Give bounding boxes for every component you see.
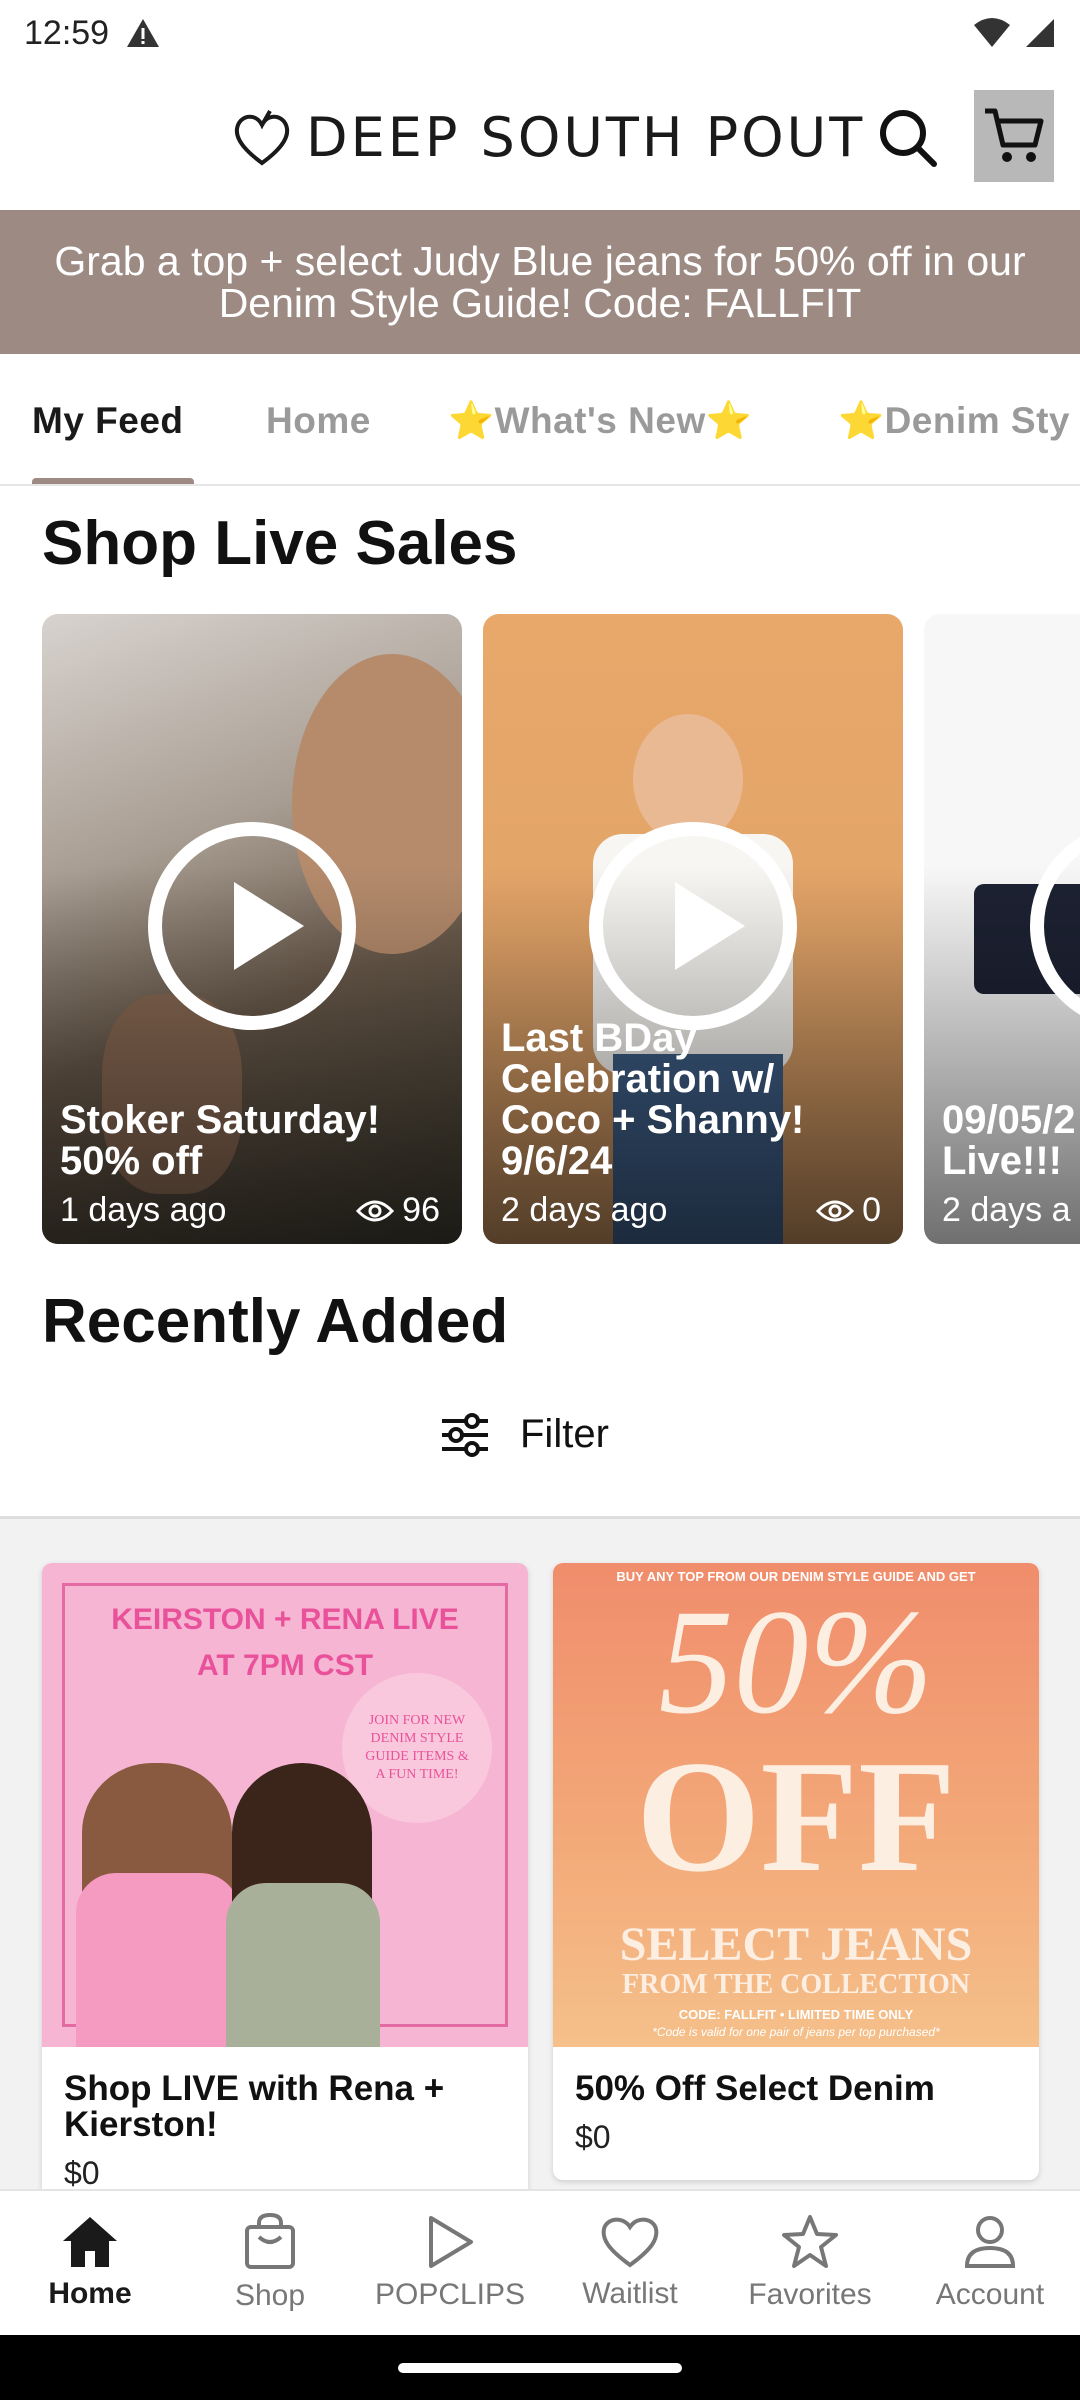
product-image: BUY ANY TOP FROM OUR DENIM STYLE GUIDE A… <box>553 1563 1039 2047</box>
product-card[interactable]: BUY ANY TOP FROM OUR DENIM STYLE GUIDE A… <box>553 1563 1039 2180</box>
product-image-heading: KEIRSTON + RENA LIVE <box>111 1603 459 1636</box>
live-card-title: 09/05/2 Birthda Live!!! <box>942 1098 1080 1183</box>
live-card-title: Stoker Saturday! 50% off <box>60 1098 381 1183</box>
product-image: KEIRSTON + RENA LIVE AT 7PM CST JOIN FOR… <box>42 1563 528 2047</box>
eye-icon <box>816 1200 855 1221</box>
live-sales-title: Shop Live Sales <box>42 509 518 578</box>
live-card[interactable]: 09/05/2 Birthda Live!!! 2 days a <box>924 614 1080 1244</box>
status-bar: 12:59 <box>0 0 1080 66</box>
product-name: 50% Off Select Denim <box>575 2069 935 2108</box>
bottom-navigation: Home Shop POPCLIPS Waitlist Favorites Ac… <box>0 2189 1080 2335</box>
nav-waitlist-label: Waitlist <box>582 2277 678 2310</box>
system-gesture-bar <box>0 2335 1080 2400</box>
cart-button[interactable] <box>974 90 1054 182</box>
nav-popclips[interactable]: POPCLIPS <box>360 2191 540 2335</box>
search-icon <box>880 110 937 167</box>
tab-denim-style-guide[interactable]: ⭐Denim Sty <box>838 400 1070 443</box>
status-time: 12:59 <box>24 13 110 52</box>
nav-account[interactable]: Account <box>900 2191 1080 2335</box>
play-icon[interactable] <box>589 822 797 1030</box>
tab-home[interactable]: Home <box>266 400 371 442</box>
product-image-percent: 50% <box>658 1579 934 1745</box>
nav-popclips-label: POPCLIPS <box>374 2278 526 2311</box>
filter-label: Filter <box>520 1412 609 1456</box>
product-image-code: CODE: FALLFIT • LIMITED TIME ONLY <box>678 2007 914 2022</box>
filter-sliders-icon <box>442 1412 488 1457</box>
home-icon <box>63 2217 117 2267</box>
app-header: DEEP SOUTH POUT <box>0 66 1080 210</box>
star-icon <box>782 2215 838 2268</box>
product-name: Shop LIVE with Rena + Kierston! <box>64 2069 445 2144</box>
brand-logo[interactable]: DEEP SOUTH POUT <box>232 106 865 169</box>
warning-icon <box>127 19 160 47</box>
promo-text: Grab a top + select Judy Blue jeans for … <box>54 238 1026 326</box>
live-card-date: 2 days a <box>942 1191 1071 1229</box>
nav-home[interactable]: Home <box>0 2191 180 2335</box>
account-icon <box>964 2216 1016 2268</box>
category-tabs: My Feed Home ⭐What's New⭐ ⭐Denim Sty <box>0 354 1080 486</box>
play-icon <box>429 2216 473 2268</box>
nav-shop-label: Shop <box>234 2279 306 2312</box>
heart-icon <box>601 2217 659 2268</box>
filter-button[interactable]: Filter <box>440 1412 609 1457</box>
nav-favorites-label: Favorites <box>748 2278 872 2311</box>
live-card-title: Last BDay Celebration w/ Coco + Shanny! … <box>501 1016 805 1183</box>
live-card-views: 0 <box>862 1191 881 1229</box>
cart-icon <box>985 108 1044 162</box>
nav-waitlist[interactable]: Waitlist <box>540 2191 720 2335</box>
live-sales-carousel[interactable]: Stoker Saturday! 50% off 1 days ago 96 L… <box>0 614 1080 1246</box>
product-image-off: OFF <box>636 1727 956 1905</box>
brand-name: DEEP SOUTH POUT <box>306 106 866 169</box>
live-card-date: 1 days ago <box>60 1191 227 1229</box>
tab-my-feed[interactable]: My Feed <box>32 400 184 442</box>
promo-banner[interactable]: Grab a top + select Judy Blue jeans for … <box>0 210 1080 354</box>
eye-icon <box>356 1200 395 1221</box>
nav-account-label: Account <box>935 2278 1045 2311</box>
product-image-collection: FROM THE COLLECTION <box>622 1969 970 2000</box>
active-tab-indicator <box>32 478 194 484</box>
product-card[interactable]: KEIRSTON + RENA LIVE AT 7PM CST JOIN FOR… <box>42 1563 528 2203</box>
live-card[interactable]: Stoker Saturday! 50% off 1 days ago 96 <box>42 614 462 1244</box>
live-card-date: 2 days ago <box>501 1191 668 1229</box>
product-price: $0 <box>575 2119 611 2155</box>
heart-logo-icon <box>234 109 290 165</box>
wifi-icon <box>974 18 1010 47</box>
tab-whats-new[interactable]: ⭐What's New⭐ <box>448 400 752 443</box>
product-image-note: *Code is valid for one pair of jeans per… <box>652 2025 940 2039</box>
shopping-bag-icon <box>245 2213 295 2269</box>
search-button[interactable] <box>876 106 940 170</box>
play-icon[interactable] <box>148 822 356 1030</box>
recently-added-title: Recently Added <box>42 1287 509 1356</box>
live-card[interactable]: Last BDay Celebration w/ Coco + Shanny! … <box>483 614 903 1244</box>
product-image-cardigan <box>226 1883 380 2047</box>
product-image-top <box>76 1873 240 2047</box>
product-image-subheading: AT 7PM CST <box>196 1649 374 1682</box>
nav-shop[interactable]: Shop <box>180 2191 360 2335</box>
nav-home-label: Home <box>48 2277 132 2310</box>
home-gesture-handle[interactable] <box>398 2363 682 2373</box>
signal-icon <box>1026 19 1054 47</box>
nav-favorites[interactable]: Favorites <box>720 2191 900 2335</box>
product-image-select-jeans: SELECT JEANS <box>619 1918 973 1971</box>
live-card-views: 96 <box>402 1191 440 1229</box>
